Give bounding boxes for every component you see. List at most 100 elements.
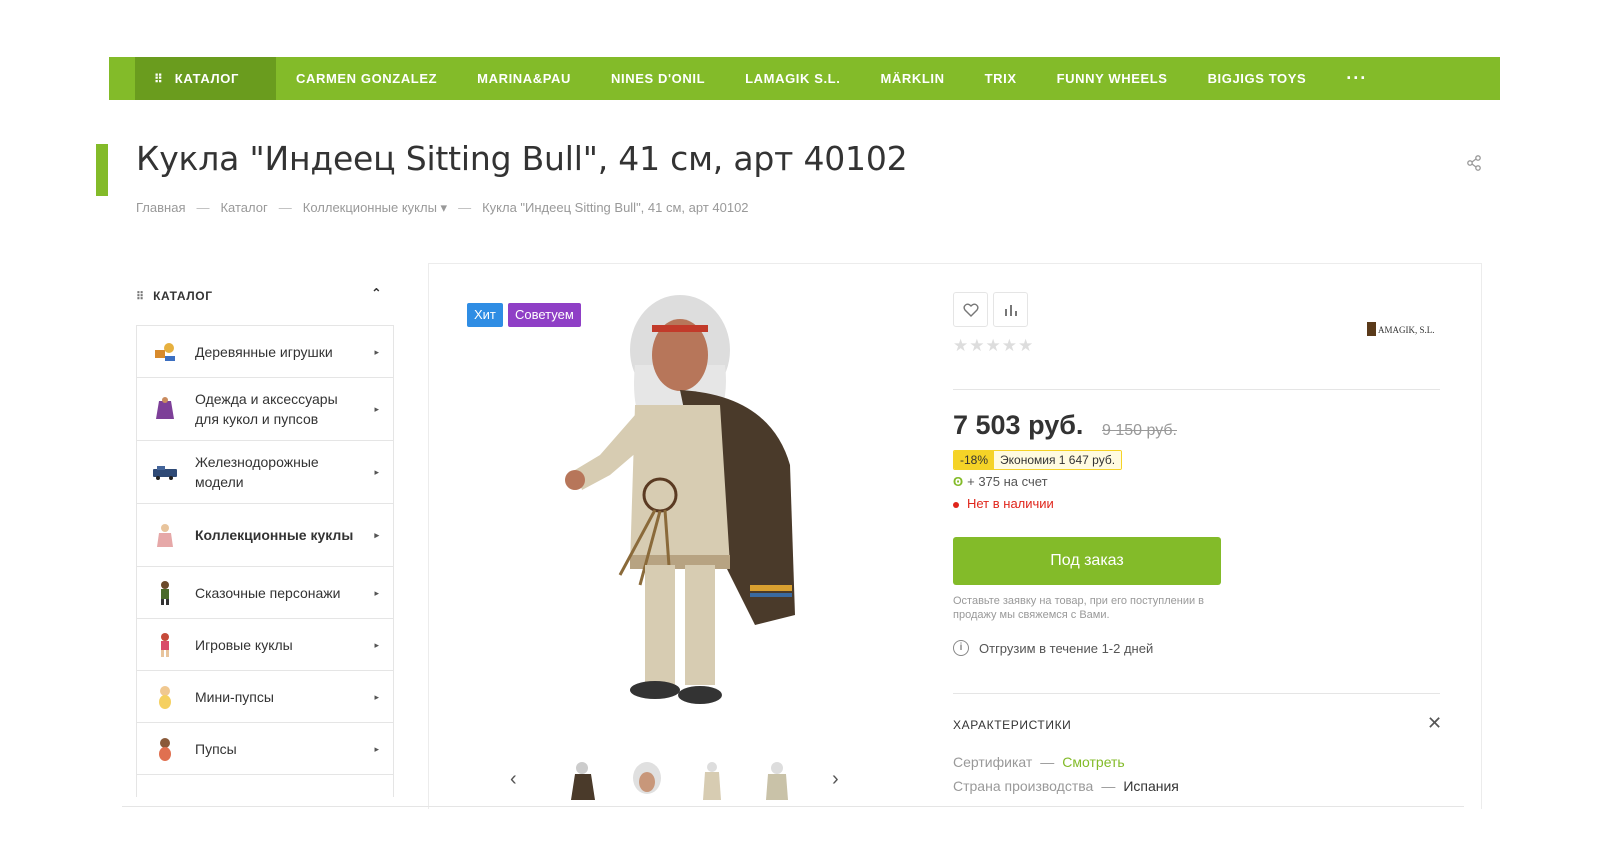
sidebar-item-partial[interactable] xyxy=(137,775,393,797)
train-icon xyxy=(153,466,177,480)
collectible-doll-icon xyxy=(157,524,173,547)
sidebar-item-label: Пупсы xyxy=(195,740,237,757)
property-country: Страна производства — Испания xyxy=(953,778,1179,794)
rating-stars[interactable]: ★★★★★ xyxy=(953,336,1034,356)
grid-icon: ⠿ xyxy=(154,71,163,86)
nav-item-marklin[interactable]: MÄRKLIN xyxy=(860,57,964,100)
bonus-text: + 375 на счет xyxy=(967,474,1048,489)
chevron-right-icon: ▸ xyxy=(374,404,379,414)
sidebar-item-fairy-characters[interactable]: Сказочные персонажи ▸ xyxy=(137,567,393,619)
nav-item-trix[interactable]: TRIX xyxy=(965,57,1037,100)
close-icon[interactable]: ✕ xyxy=(1427,713,1442,734)
nav-item-carmen-gonzalez[interactable]: CARMEN GONZALEZ xyxy=(276,57,457,100)
sidebar-item-train-models[interactable]: Железнодорожные модели ▸ xyxy=(137,441,393,504)
breadcrumb-separator: — xyxy=(196,200,210,215)
catalog-menu-button[interactable]: ⠿ КАТАЛОГ xyxy=(135,57,276,100)
divider xyxy=(953,693,1440,694)
baby-doll-icon xyxy=(159,737,171,761)
thumbnail-2[interactable] xyxy=(630,760,664,804)
chevron-right-icon: ▸ xyxy=(374,691,379,702)
shipping-text: Отгрузим в течение 1-2 дней xyxy=(979,640,1154,656)
nav-item-funny-wheels[interactable]: FUNNY WHEELS xyxy=(1037,57,1188,100)
sidebar-item-collectible-dolls[interactable]: Коллекционные куклы ▸ xyxy=(137,504,393,567)
thumbnail-1[interactable] xyxy=(565,760,599,804)
certificate-link[interactable]: Смотреть xyxy=(1062,754,1124,770)
order-button[interactable]: Под заказ xyxy=(953,537,1221,585)
sidebar-item-wooden-toys[interactable]: Деревянные игрушки ▸ xyxy=(137,326,393,378)
product-image[interactable] xyxy=(560,295,820,735)
bonus-icon: ʘ xyxy=(953,474,964,489)
favorite-button[interactable] xyxy=(953,292,988,327)
nav-item-nines-donil[interactable]: NINES D'ONIL xyxy=(591,57,725,100)
nav-more-icon[interactable]: ··· xyxy=(1326,57,1387,100)
order-note: Оставьте заявку на товар, при его поступ… xyxy=(953,595,1205,621)
heart-icon xyxy=(962,303,979,317)
sidebar-item-baby-dolls[interactable]: Пупсы ▸ xyxy=(137,723,393,775)
status-dot-icon xyxy=(953,501,959,508)
wooden-toys-icon xyxy=(155,342,175,361)
sidebar-item-mini-babies[interactable]: Мини-пупсы ▸ xyxy=(137,671,393,723)
breadcrumb-catalog[interactable]: Каталог xyxy=(220,200,267,216)
chevron-right-icon: ▸ xyxy=(374,467,379,477)
property-dash: — xyxy=(1040,754,1055,770)
stock-status: Нет в наличии xyxy=(953,496,1054,511)
chevron-right-icon: ▸ xyxy=(374,587,379,598)
breadcrumb-collectible-dolls[interactable]: Коллекционные куклы ▾ xyxy=(303,200,447,216)
nav-item-bigjigs-toys[interactable]: BIGJIGS TOYS xyxy=(1188,57,1327,100)
divider xyxy=(122,806,1464,807)
discount-percent: -18% xyxy=(954,451,995,469)
chevron-left-icon[interactable]: ‹ xyxy=(510,768,517,791)
current-price: 7 503 руб. xyxy=(953,410,1084,440)
page-title: Кукла "Индеец Sitting Bull", 41 см, арт … xyxy=(136,139,908,178)
chevron-up-icon[interactable]: ⌃ xyxy=(371,286,382,300)
sidebar-item-label: Мини-пупсы xyxy=(195,688,274,705)
stock-text: Нет в наличии xyxy=(967,496,1054,511)
compare-chart-icon xyxy=(1004,304,1017,316)
chevron-right-icon: ▸ xyxy=(374,743,379,754)
sidebar-item-label: Деревянные игрушки xyxy=(195,343,333,360)
sidebar-catalog-header[interactable]: ⠿ КАТАЛОГ ⌃ xyxy=(136,286,394,306)
info-icon: i xyxy=(953,640,969,656)
thumbnail-3[interactable] xyxy=(695,760,729,804)
fairy-character-icon xyxy=(161,580,169,605)
sidebar-catalog-list: Деревянные игрушки ▸ Одежда и аксессуары… xyxy=(136,325,394,797)
sidebar-item-doll-clothes[interactable]: Одежда и аксессуары для кукол и пупсов ▸ xyxy=(137,378,393,441)
nav-item-lamagik[interactable]: LAMAGIK S.L. xyxy=(725,57,860,100)
mini-baby-icon xyxy=(159,685,171,709)
sidebar-heading: КАТАЛОГ xyxy=(153,289,213,303)
compare-button[interactable] xyxy=(993,292,1028,327)
discount-badge: -18% Экономия 1 647 руб. xyxy=(953,450,1123,470)
property-key: Сертификат xyxy=(953,754,1033,770)
bonus-points: ʘ + 375 на счет xyxy=(953,474,1048,489)
breadcrumb-home[interactable]: Главная xyxy=(136,200,185,216)
chevron-right-icon[interactable]: › xyxy=(832,768,839,791)
sidebar-item-label: Сказочные персонажи xyxy=(195,584,341,601)
chevron-right-icon: ▸ xyxy=(374,346,379,357)
sidebar-item-label: Железнодорожные модели xyxy=(195,454,319,490)
sidebar-item-label: Одежда и аксессуары для кукол и пупсов xyxy=(195,391,338,427)
brand-logo[interactable]: AMAGIK, S.L. xyxy=(1367,320,1439,338)
catalog-menu-label: КАТАЛОГ xyxy=(174,71,239,86)
property-value: Испания xyxy=(1123,778,1179,794)
chevron-right-icon: ▸ xyxy=(374,639,379,650)
nav-item-marina-pau[interactable]: MARINA&PAU xyxy=(457,57,591,100)
property-key: Страна производства xyxy=(953,778,1094,794)
sidebar-item-play-dolls[interactable]: Игровые куклы ▸ xyxy=(137,619,393,671)
share-icon[interactable] xyxy=(1466,155,1482,171)
svg-text:AMAGIK, S.L.: AMAGIK, S.L. xyxy=(1378,325,1435,335)
grid-icon: ⠿ xyxy=(136,290,144,303)
breadcrumb: Главная — Каталог — Коллекционные куклы … xyxy=(136,200,749,216)
chevron-right-icon: ▸ xyxy=(374,530,379,540)
badge-hit: Хит xyxy=(467,303,503,327)
sidebar-item-label: Игровые куклы xyxy=(195,636,293,653)
breadcrumb-separator: — xyxy=(458,200,472,215)
top-navigation: ⠿ КАТАЛОГ CARMEN GONZALEZ MARINA&PAU NIN… xyxy=(109,57,1500,100)
thumbnail-4[interactable] xyxy=(760,760,794,804)
discount-saving: Экономия 1 647 руб. xyxy=(994,451,1122,469)
play-doll-icon xyxy=(161,632,169,657)
characteristics-heading[interactable]: ХАРАКТЕРИСТИКИ xyxy=(953,718,1071,732)
old-price: 9 150 руб. xyxy=(1102,422,1177,439)
divider xyxy=(953,389,1440,390)
gallery-thumbnails: ‹ › xyxy=(510,758,870,804)
property-dash: — xyxy=(1101,778,1116,794)
